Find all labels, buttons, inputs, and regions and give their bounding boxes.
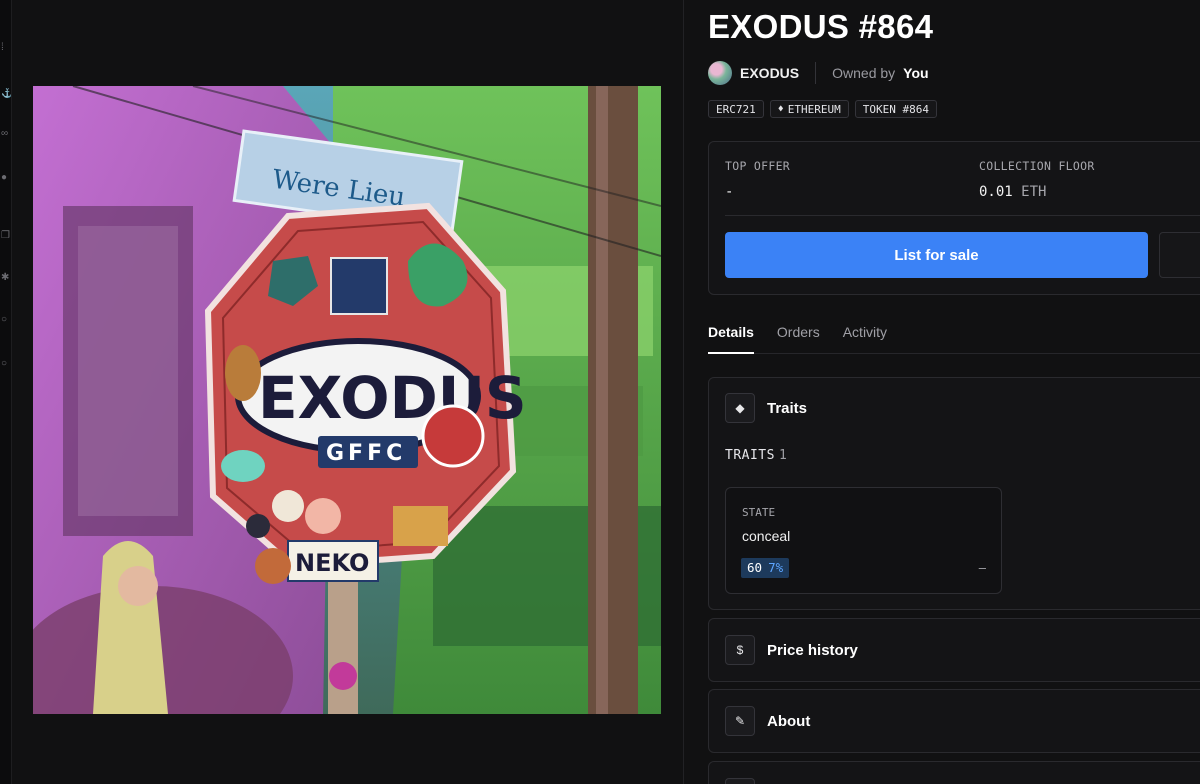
floor-value: 0.01 ETH	[979, 184, 1095, 200]
standard-label: ERC721	[716, 102, 756, 116]
floor-amount: 0.01	[979, 184, 1013, 200]
sidebar-rail: ⁞ ⚓ ∞ ● ❐ ✱ ○ ○	[0, 0, 12, 784]
token-id-label: TOKEN #864	[862, 102, 929, 116]
price-history-section[interactable]: $ Price history	[708, 618, 1200, 682]
divider	[725, 215, 1200, 216]
top-offer-label: TOP OFFER	[725, 159, 791, 173]
traits-title: Traits	[767, 399, 808, 417]
nft-artwork: Were Lieu EXODUS GFFC NEKO	[33, 86, 661, 714]
traits-header[interactable]: ◆ Traits	[725, 393, 807, 423]
svg-text:NEKO: NEKO	[295, 549, 369, 577]
svg-text:GFFC: GFFC	[326, 441, 406, 466]
diamond-icon: ◆	[725, 393, 755, 423]
trait-count: 60	[747, 560, 763, 575]
top-offer: TOP OFFER -	[725, 159, 790, 200]
copy-icon[interactable]: ❐	[1, 230, 11, 242]
traits-section: ◆ Traits TRAITS 1 STATE conceal 60 7% –	[708, 377, 1200, 610]
owned-by-label: Owned by	[832, 65, 896, 81]
traits-count-value: 1	[778, 448, 788, 463]
next-section-header[interactable]	[725, 778, 755, 784]
collection-link[interactable]: EXODUS	[740, 65, 799, 81]
chain-badge: ♦ ETHEREUM	[769, 100, 849, 118]
page-title: EXODUS #864	[708, 8, 934, 45]
traits-count-label: TRAITS	[725, 448, 775, 463]
more-actions-button[interactable]	[1159, 232, 1200, 278]
list-for-sale-button[interactable]: List for sale	[725, 232, 1148, 278]
offer-card: TOP OFFER - COLLECTION FLOOR 0.01 ETH Li…	[708, 141, 1200, 295]
trait-card[interactable]: STATE conceal 60 7% –	[725, 487, 1002, 594]
dollar-icon: $	[725, 635, 755, 665]
standard-badge: ERC721	[708, 100, 764, 118]
circle-icon[interactable]: ○	[1, 314, 11, 326]
divider	[815, 62, 817, 84]
collection-floor: COLLECTION FLOOR 0.01 ETH	[979, 159, 1095, 200]
price-history-header[interactable]: $ Price history	[725, 635, 858, 665]
circle-icon[interactable]: ○	[1, 358, 11, 370]
media-panel: Were Lieu EXODUS GFFC NEKO	[12, 0, 684, 784]
tab-details[interactable]: Details	[708, 322, 754, 354]
token-id-badge: TOKEN #864	[854, 100, 937, 118]
detail-tabs: Details Orders Activity	[708, 322, 1200, 354]
collection-avatar[interactable]	[708, 61, 732, 85]
price-history-title: Price history	[767, 641, 858, 659]
document-edit-icon: ✎	[725, 706, 755, 736]
nft-image[interactable]: Were Lieu EXODUS GFFC NEKO	[33, 86, 661, 714]
owner-link[interactable]: You	[903, 65, 928, 81]
about-section[interactable]: ✎ About	[708, 689, 1200, 753]
collection-meta: EXODUS Owned by You	[708, 61, 929, 85]
next-section[interactable]	[708, 761, 1200, 784]
tab-activity[interactable]: Activity	[843, 322, 887, 354]
floor-unit: ETH	[1021, 184, 1047, 200]
trait-floor-price: –	[978, 560, 986, 575]
details-panel: EXODUS #864 EXODUS Owned by You ERC721 ♦…	[685, 0, 1200, 784]
token-badges: ERC721 ♦ ETHEREUM TOKEN #864	[708, 100, 937, 118]
section-icon	[725, 778, 755, 784]
about-title: About	[767, 712, 811, 730]
trait-percent: 7%	[768, 560, 784, 575]
chain-label: ETHEREUM	[787, 102, 841, 116]
avatar-dot-icon[interactable]: ●	[1, 172, 11, 184]
puzzle-icon[interactable]: ✱	[1, 272, 11, 284]
trait-type: STATE	[742, 506, 776, 519]
anchor-icon[interactable]: ⚓	[1, 88, 11, 100]
floor-label: COLLECTION FLOOR	[979, 159, 1095, 173]
svg-text:EXODUS: EXODUS	[258, 364, 527, 432]
top-offer-value: -	[725, 184, 734, 200]
traits-count: TRAITS 1	[725, 448, 787, 463]
trait-rarity-chip: 60 7%	[741, 558, 790, 578]
ethereum-icon: ♦	[777, 103, 784, 115]
grip-icon[interactable]: ⁞	[1, 42, 11, 54]
link-icon[interactable]: ∞	[1, 128, 11, 140]
tab-orders[interactable]: Orders	[777, 322, 820, 354]
about-header[interactable]: ✎ About	[725, 706, 810, 736]
trait-value: conceal	[742, 528, 791, 544]
